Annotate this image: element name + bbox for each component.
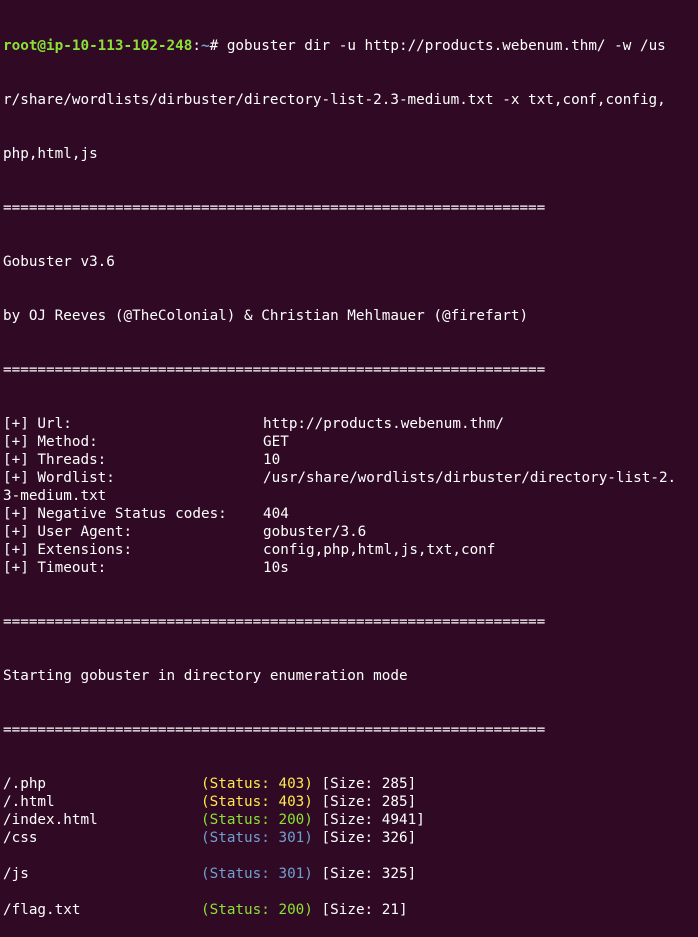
separator-line: ========================================… — [3, 722, 546, 738]
result-status: (Status: 301) — [201, 830, 313, 846]
result-row: /flag.txt (Status: 200) [Size: 21] — [3, 901, 698, 919]
result-path: /index.html — [3, 812, 98, 828]
config-value: http://products.webenum.thm/ — [263, 416, 505, 432]
result-status: (Status: 200) — [201, 812, 313, 828]
config-row: [+] Method: GET — [3, 433, 698, 451]
config-key: [+] Url: — [3, 416, 72, 432]
config-key: [+] User Agent: — [3, 524, 133, 540]
config-value: 10 — [263, 452, 281, 468]
banner-title: Gobuster v3.6 — [3, 254, 115, 270]
config-key: [+] Extensions: — [3, 542, 133, 558]
config-row: [+] Timeout: 10s — [3, 559, 698, 577]
command-prompt-line: root@ip-10-113-102-248:~# gobuster dir -… — [3, 37, 698, 55]
result-status: (Status: 403) — [201, 776, 313, 792]
result-size: [Size: 326] — [321, 830, 417, 846]
result-row: /css (Status: 301) [Size: 326] — [3, 829, 698, 847]
config-list: [+] Url: http://products.webenum.thm/[+] … — [3, 415, 698, 577]
config-key: [+] Negative Status codes: — [3, 506, 227, 522]
separator-line: ========================================… — [3, 614, 546, 630]
result-path: /flag.txt — [3, 902, 81, 918]
config-value: config,php,html,js,txt,conf — [263, 542, 496, 558]
config-value: GET — [263, 434, 289, 450]
config-row: [+] Threads: 10 — [3, 451, 698, 469]
result-path: /js — [3, 866, 29, 882]
prompt-user-host: root@ip-10-113-102-248 — [3, 38, 193, 54]
command-text-2: r/share/wordlists/dirbuster/directory-li… — [3, 92, 666, 108]
result-status: (Status: 403) — [201, 794, 313, 810]
config-row: [+] User Agent: gobuster/3.6 — [3, 523, 698, 541]
separator-line: ========================================… — [3, 362, 546, 378]
terminal-window[interactable]: root@ip-10-113-102-248:~# gobuster dir -… — [0, 0, 698, 918]
result-size: [Size: 285] — [321, 794, 417, 810]
result-row: /index.html (Status: 200) [Size: 4941] — [3, 811, 698, 829]
config-key: [+] Method: — [3, 434, 98, 450]
result-size: [Size: 325] — [321, 866, 417, 882]
config-row: [+] Wordlist: /usr/share/wordlists/dirbus… — [3, 469, 698, 487]
config-value: /usr/share/wordlists/dirbuster/directory… — [263, 470, 677, 486]
result-size: [Size: 21] — [321, 902, 408, 918]
command-text-3: php,html,js — [3, 146, 98, 162]
prompt-path: ~ — [200, 38, 210, 54]
config-value: 404 — [263, 506, 289, 522]
config-row: [+] Extensions: config,php,html,js,txt,co… — [3, 541, 698, 559]
config-row: [+] Negative Status codes: 404 — [3, 505, 698, 523]
result-status: (Status: 200) — [201, 902, 313, 918]
banner-authors: by OJ Reeves (@TheColonial) & Christian … — [3, 308, 529, 324]
config-key: [+] Threads: — [3, 452, 107, 468]
config-key: [+] Wordlist: — [3, 470, 115, 486]
prompt-colon: : — [192, 38, 201, 54]
result-size: [Size: 4941] — [321, 812, 425, 828]
result-path: /.php — [3, 776, 47, 792]
start-message: Starting gobuster in directory enumerati… — [3, 668, 408, 684]
result-row: /.php (Status: 403) [Size: 285] — [3, 775, 698, 793]
result-path: /css — [3, 830, 38, 846]
result-row: /.html (Status: 403) [Size: 285] — [3, 793, 698, 811]
result-status: (Status: 301) — [201, 866, 313, 882]
config-value: gobuster/3.6 — [263, 524, 367, 540]
result-size: [Size: 285] — [321, 776, 417, 792]
config-key: 3-medium.txt — [3, 488, 107, 504]
config-row: [+] Url: http://products.webenum.thm/ — [3, 415, 698, 433]
result-row: /js (Status: 301) [Size: 325] — [3, 865, 698, 883]
results-list: /.php (Status: 403) [Size: 285] /.html (Sta… — [3, 775, 698, 919]
config-key: [+] Timeout: — [3, 560, 107, 576]
prompt-symbol: # — [209, 38, 227, 54]
result-path: /.html — [3, 794, 55, 810]
separator-line: ========================================… — [3, 200, 546, 216]
command-text-1: gobuster dir -u http://products.webenum.… — [226, 38, 666, 54]
config-value: 10s — [263, 560, 289, 576]
